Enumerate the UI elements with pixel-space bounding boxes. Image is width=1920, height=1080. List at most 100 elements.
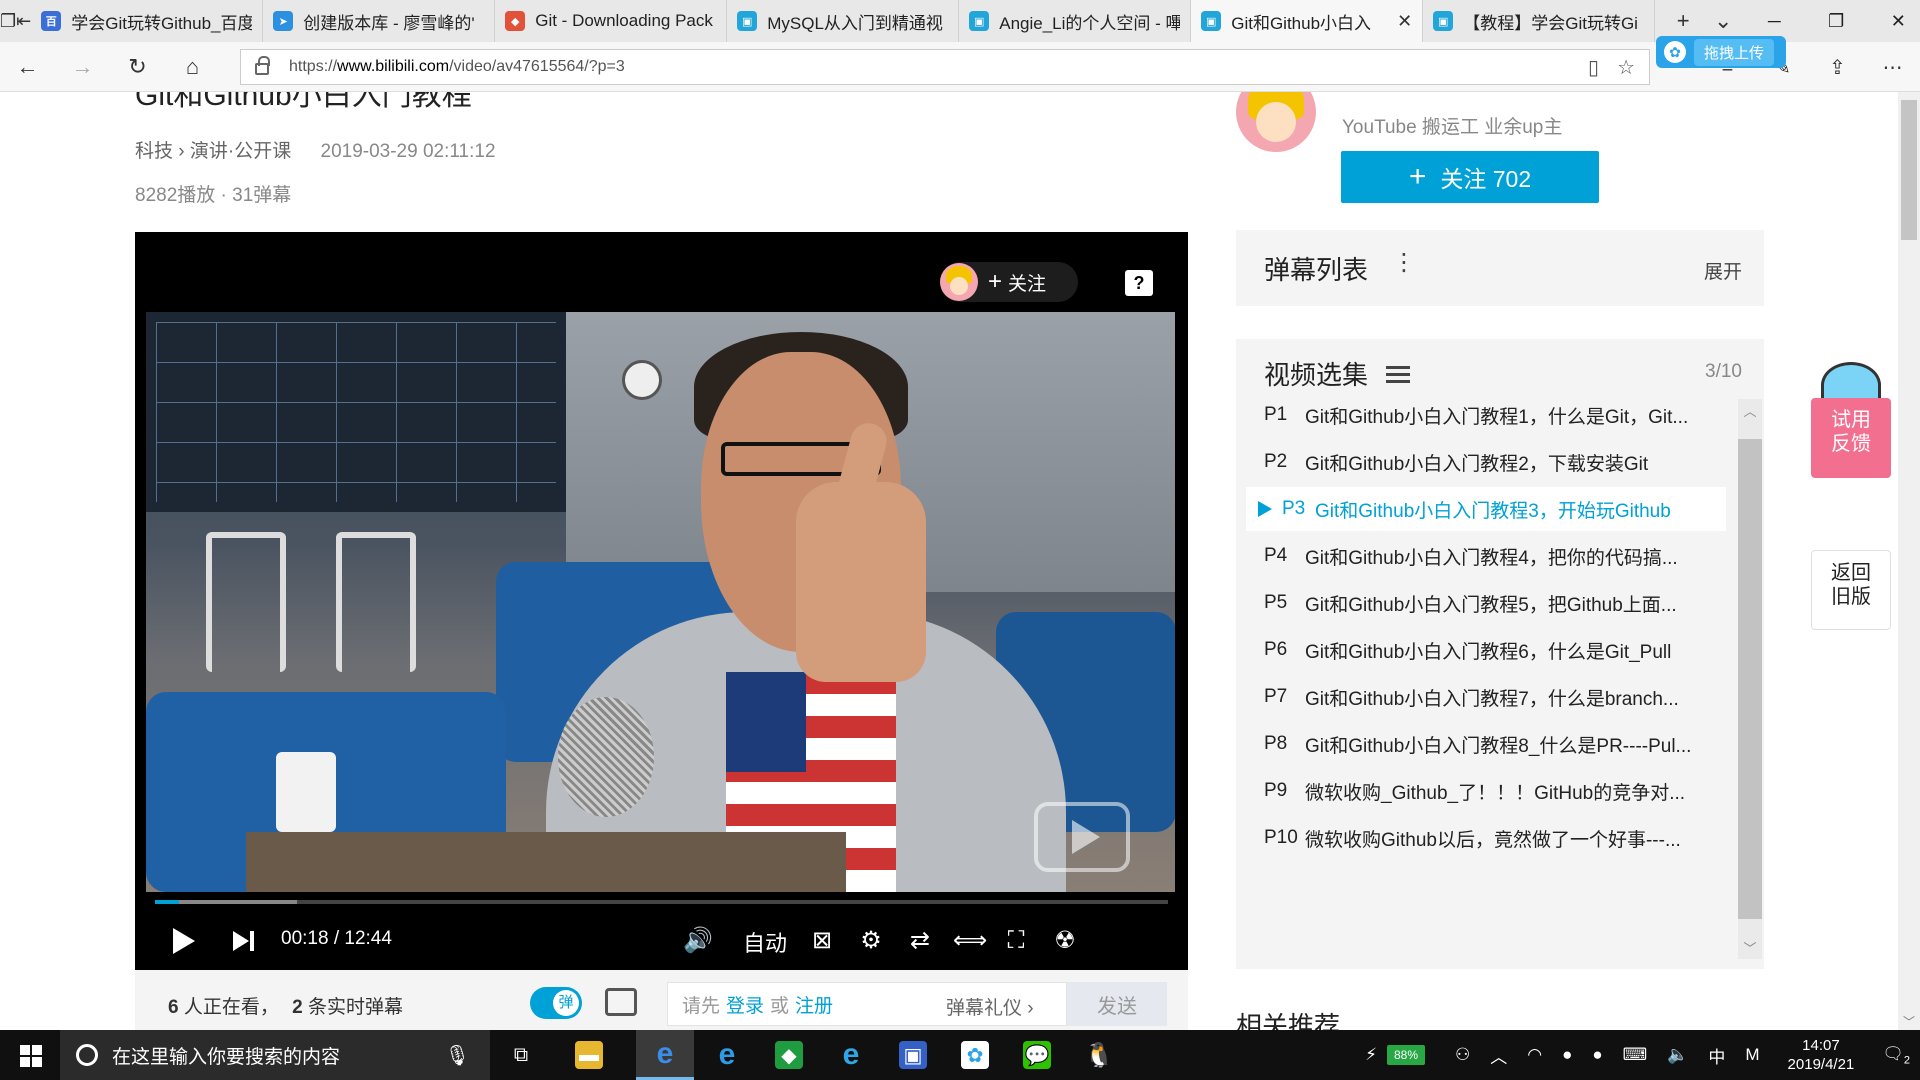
close-icon[interactable]: ✕ xyxy=(1867,11,1920,32)
plug-icon[interactable]: ⚡ xyxy=(1365,1045,1377,1065)
keyboard-icon[interactable]: ⌨ xyxy=(1623,1045,1648,1065)
page-scrollbar[interactable]: ︿ ﹀ xyxy=(1898,92,1920,1030)
task-view-icon[interactable]: ⧉ xyxy=(492,1030,550,1080)
settings-gear-icon[interactable]: ⚙ xyxy=(856,926,886,956)
tab-favicon-icon: ➤ xyxy=(273,11,294,31)
ime-indicator[interactable]: 中 xyxy=(1708,1043,1725,1068)
tab-favicon-icon: 百 xyxy=(41,11,62,31)
share-icon[interactable]: ⇪ xyxy=(1810,55,1865,80)
volume-tray-icon[interactable]: 🔈 xyxy=(1667,1045,1688,1065)
battery-indicator[interactable]: 88% xyxy=(1387,1045,1425,1065)
browser-tab[interactable]: ▣ Git和Github小白入 ✕ xyxy=(1191,0,1424,42)
ime-mode-indicator[interactable]: M xyxy=(1745,1045,1759,1065)
tab-list-chevron-icon[interactable]: ⌄ xyxy=(1703,8,1743,34)
episode-item[interactable]: P3 Git和Github小白入门教程3，开始玩Github xyxy=(1246,487,1726,531)
episode-item[interactable]: P2 Git和Github小白入门教程2，下载安装Git xyxy=(1236,440,1738,484)
edge-browser-icon[interactable]: e xyxy=(636,1030,694,1080)
set-aside-tabs-icon[interactable]: ⇤ xyxy=(16,0,31,42)
loop-off-icon[interactable]: ⇄ xyxy=(905,926,935,956)
qq-icon[interactable]: 🐧 xyxy=(1070,1030,1128,1080)
episode-item[interactable]: P6 Git和Github小白入门教程6，什么是Git_Pull xyxy=(1236,628,1738,672)
danmaku-etiquette-link[interactable]: 弹幕礼仪 › xyxy=(946,993,1034,1020)
show-hidden-icon[interactable]: ︿ xyxy=(1490,1043,1507,1068)
wechat-tray-icon[interactable]: ● xyxy=(1562,1045,1572,1065)
episode-scrollbar[interactable]: ︿ ﹀ xyxy=(1738,399,1762,959)
wechat-icon[interactable]: 💬 xyxy=(1008,1030,1066,1080)
episode-item[interactable]: P10 微软收购Github以后，竟然做了一个好事---... xyxy=(1236,816,1738,860)
category-breadcrumb[interactable]: 科技 › 演讲·公开课 xyxy=(135,141,291,162)
volume-icon[interactable]: 🔊 xyxy=(683,926,713,956)
quality-auto-button[interactable]: 自动 xyxy=(743,926,787,958)
video-frame[interactable] xyxy=(146,312,1175,892)
old-version-button[interactable]: 返回 旧版 xyxy=(1811,550,1891,630)
qq-tray-icon[interactable]: ● xyxy=(1592,1045,1602,1065)
home-icon[interactable]: ⌂ xyxy=(165,54,220,80)
episode-item[interactable]: P8 Git和Github小白入门教程8_什么是PR----Pul... xyxy=(1236,722,1738,766)
next-episode-icon[interactable] xyxy=(233,930,255,952)
favorite-star-icon[interactable]: ☆ xyxy=(1617,55,1635,80)
clock[interactable]: 14:07 2019/4/21 xyxy=(1788,1036,1855,1074)
baidu-cloud-icon[interactable]: ✿ xyxy=(946,1030,1004,1080)
wifi-icon[interactable]: ◠ xyxy=(1527,1045,1542,1065)
web-fullscreen-icon[interactable]: ⛶ xyxy=(1001,926,1031,956)
back-icon[interactable]: ← xyxy=(0,54,55,80)
save-floppy-icon[interactable]: ▣ xyxy=(884,1030,942,1080)
owner-description: YouTube 搬运工 业余up主 xyxy=(1342,117,1563,138)
forward-icon[interactable]: → xyxy=(55,54,110,80)
drag-upload-badge[interactable]: ✿ 拖拽上传 xyxy=(1656,36,1786,68)
progress-bar[interactable] xyxy=(155,900,1168,904)
episode-item[interactable]: P7 Git和Github小白入门教程7，什么是branch... xyxy=(1236,675,1738,719)
reading-view-icon[interactable]: ▯ xyxy=(1588,55,1599,80)
browser-tab[interactable]: ▣ Angie_Li的个人空间 - 嗶 xyxy=(959,0,1192,42)
video-title: Git和Github小白入门教程 xyxy=(135,92,472,112)
browser-tab[interactable]: ▣ 【教程】学会Git玩转Gi xyxy=(1423,0,1656,42)
video-meta: 科技 › 演讲·公开课 2019-03-29 02:11:12 xyxy=(135,136,496,163)
episode-item[interactable]: P4 Git和Github小白入门教程4，把你的代码搞... xyxy=(1236,534,1738,578)
follow-button[interactable]: + 关注 702 xyxy=(1341,151,1599,203)
danmaku-settings-icon[interactable] xyxy=(605,988,637,1016)
episode-item[interactable]: P9 微软收购_Github_了！！！GitHub的竞争对... xyxy=(1236,769,1738,813)
microphone-icon[interactable]: 🎙 xyxy=(445,1043,470,1068)
excel-like-app-icon[interactable]: ◆ xyxy=(760,1030,818,1080)
danmaku-off-icon[interactable]: ⊠ xyxy=(807,926,837,956)
close-tab-icon[interactable]: ✕ xyxy=(1397,11,1412,32)
expand-button[interactable]: 展开 xyxy=(1704,257,1742,284)
taskbar-search[interactable]: 在这里输入你要搜索的内容 🎙 xyxy=(60,1030,490,1080)
widescreen-icon[interactable]: ⟺ xyxy=(953,926,987,956)
owner-avatar[interactable] xyxy=(1236,92,1316,152)
new-tab-icon[interactable]: + xyxy=(1663,8,1703,34)
player-follow-button[interactable]: + 关注 xyxy=(940,262,1078,302)
notification-center-icon[interactable]: 🗨2 xyxy=(1882,1044,1910,1066)
ie-browser-icon[interactable]: e xyxy=(698,1030,756,1080)
refresh-icon[interactable]: ↻ xyxy=(110,54,165,80)
episode-item[interactable]: P1 Git和Github小白入门教程1，什么是Git，Git... xyxy=(1236,393,1738,437)
file-explorer-icon[interactable]: ▬ xyxy=(560,1030,618,1080)
browser-tab[interactable]: ➤ 创建版本库 - 廖雪峰的' xyxy=(263,0,496,42)
send-button[interactable]: 发送 xyxy=(1067,982,1167,1026)
windows-start-icon[interactable] xyxy=(0,1030,60,1080)
register-link[interactable]: 注册 xyxy=(795,991,833,1018)
browser-tab[interactable]: 百学会Git玩转Github_百度 xyxy=(31,0,264,42)
fullscreen-icon[interactable]: ☢ xyxy=(1050,926,1080,956)
more-options-icon[interactable]: ⋮ xyxy=(1392,248,1416,277)
ie-alt-icon[interactable]: e xyxy=(822,1030,880,1080)
login-link[interactable]: 登录 xyxy=(726,991,764,1018)
feedback-button[interactable]: 试用 反馈 xyxy=(1811,362,1891,478)
player-controls: 00:18 / 12:44 🔊 自动 ⊠ ⚙ ⇄ ⟺ ⛶ ☢ xyxy=(135,912,1188,970)
danmaku-toggle[interactable]: 弹 xyxy=(530,987,582,1019)
restore-icon[interactable]: ❐ xyxy=(1805,11,1867,32)
video-player[interactable]: + 关注 ? 00:18 / 12:44 🔊 自动 ⊠ ⚙ ⇄ ⟺ ⛶ ☢ xyxy=(135,232,1188,970)
navigation-bar: ← → ↻ ⌂ https://www.bilibili.com/video/a… xyxy=(0,42,1920,92)
list-view-icon[interactable] xyxy=(1386,366,1410,386)
people-icon[interactable]: ⚇ xyxy=(1455,1045,1470,1065)
episode-item[interactable]: P5 Git和Github小白入门教程5，把Github上面... xyxy=(1236,581,1738,625)
browser-tab[interactable]: ◆ Git - Downloading Pack xyxy=(495,0,728,42)
tab-preview-icon[interactable]: ❐ xyxy=(0,0,16,42)
play-icon[interactable] xyxy=(173,928,195,954)
more-icon[interactable]: ⋯ xyxy=(1865,55,1920,80)
minimize-icon[interactable]: ─ xyxy=(1743,11,1805,32)
page-content: Git和Github小白入门教程 科技 › 演讲·公开课 2019-03-29 … xyxy=(0,92,1898,1030)
address-bar[interactable]: https://www.bilibili.com/video/av4761556… xyxy=(240,49,1650,85)
browser-tab[interactable]: ▣ MySQL从入门到精通视 xyxy=(727,0,960,42)
help-icon[interactable]: ? xyxy=(1125,270,1153,296)
